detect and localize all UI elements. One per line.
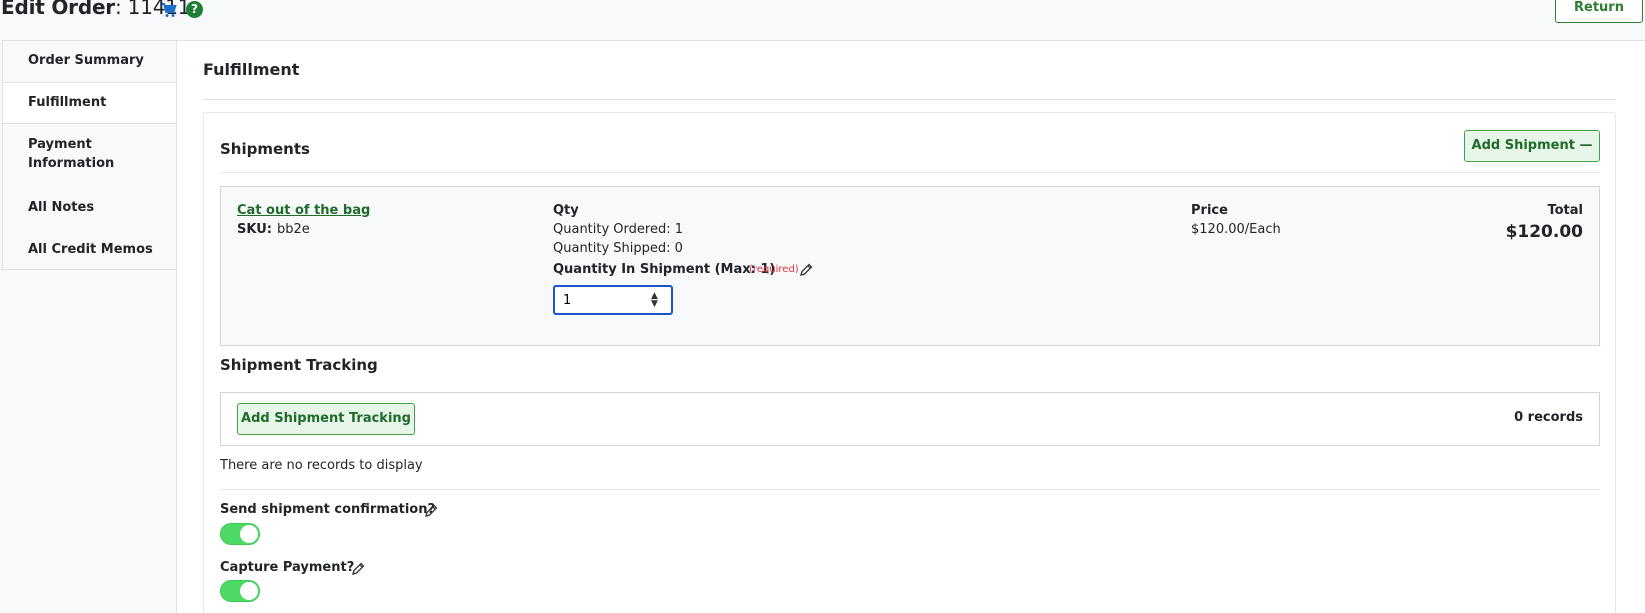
divider — [203, 99, 1616, 100]
sidebar-item-fulfillment[interactable]: Fulfillment — [3, 82, 178, 124]
tracking-toolbar — [220, 392, 1600, 446]
sidebar-item-all-notes[interactable]: All Notes — [3, 198, 178, 217]
shipment-item — [220, 186, 1600, 346]
send-confirmation-toggle[interactable] — [220, 523, 260, 545]
pencil-icon[interactable] — [799, 262, 813, 276]
sku-value: bb2e — [277, 222, 310, 237]
send-confirmation-label: Send shipment confirmation? — [220, 502, 436, 517]
shipment-tracking-heading: Shipment Tracking — [220, 356, 378, 374]
price-value: $120.00/Each — [1191, 222, 1281, 237]
sku-label: SKU: — [237, 222, 272, 237]
divider — [220, 172, 1600, 173]
page-title-label: Edit Order — [1, 0, 115, 19]
capture-payment-toggle[interactable] — [220, 580, 260, 602]
question-circle-icon[interactable]: ? — [186, 1, 203, 18]
order-number: : 11411 — [114, 0, 191, 19]
pencil-icon[interactable] — [351, 561, 365, 575]
total-heading: Total — [1547, 203, 1583, 218]
total-value: $120.00 — [1505, 222, 1583, 242]
add-shipment-tracking-button[interactable]: Add Shipment Tracking — [237, 403, 415, 435]
page-header: Edit Order: 11411 ? Return — [0, 0, 1645, 38]
add-shipment-button[interactable]: Add Shipment — — [1464, 130, 1600, 162]
pencil-icon[interactable] — [424, 503, 438, 517]
required-indicator: (required) — [749, 264, 799, 275]
divider — [220, 489, 1600, 490]
shopping-cart-icon[interactable] — [161, 2, 177, 18]
quantity-shipped: Quantity Shipped: 0 — [553, 241, 683, 256]
empty-message: There are no records to display — [220, 458, 423, 473]
quantity-in-shipment-label: Quantity In Shipment (Max: 1) — [553, 262, 776, 277]
toggle-knob — [240, 525, 258, 543]
records-count: 0 records — [1514, 410, 1583, 425]
capture-payment-label: Capture Payment? — [220, 560, 355, 575]
qty-heading: Qty — [553, 203, 579, 218]
sidebar-nav: Order Summary Fulfillment Payment Inform… — [2, 40, 178, 270]
sidebar-item-all-credit-memos[interactable]: All Credit Memos — [3, 240, 178, 259]
return-button[interactable]: Return — [1555, 0, 1643, 23]
price-heading: Price — [1191, 203, 1228, 218]
shipments-heading: Shipments — [220, 140, 310, 158]
toggle-knob — [240, 582, 258, 600]
sidebar-item-order-summary[interactable]: Order Summary — [3, 51, 178, 70]
product-link[interactable]: Cat out of the bag — [237, 203, 370, 218]
quantity-ordered: Quantity Ordered: 1 — [553, 222, 683, 237]
sidebar-item-payment-information[interactable]: Payment Information — [3, 135, 123, 173]
stepper-arrows-icon[interactable]: ▲ ▼ — [651, 292, 658, 309]
section-title: Fulfillment — [203, 60, 300, 79]
